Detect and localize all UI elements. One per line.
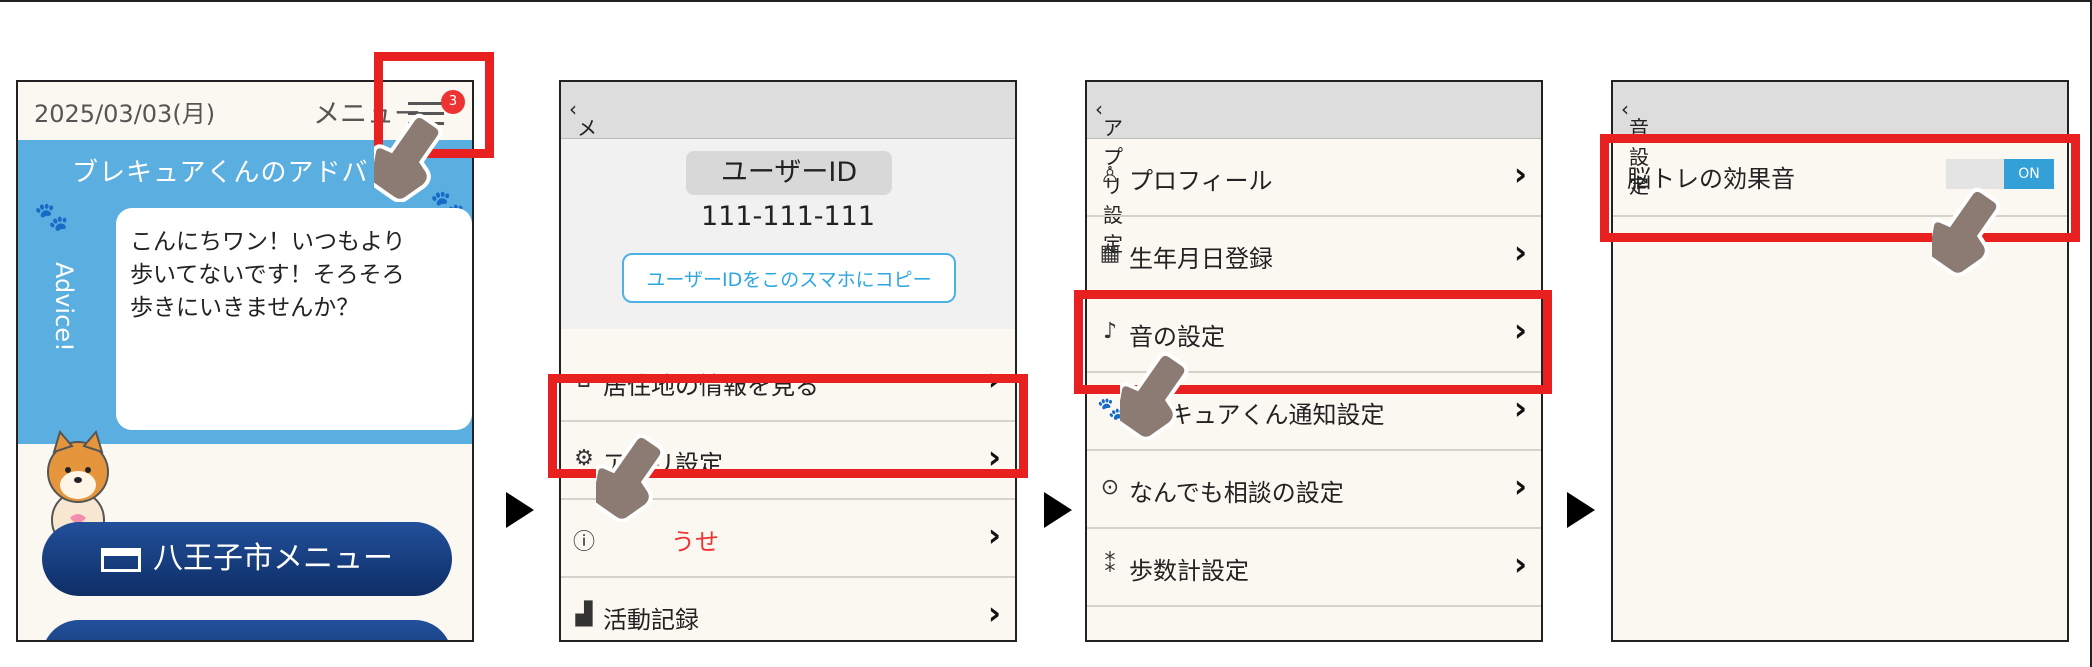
city-menu-button[interactable]: 八王子市メニュー bbox=[42, 522, 452, 596]
menu-screen: ‹ メニュー ユーザーID 111-111-111 ユーザーIDをこのスマホにコ… bbox=[559, 80, 1017, 642]
top-border bbox=[0, 0, 2092, 2]
advice-title: ブレキュアくんのアドバ bbox=[72, 158, 369, 188]
sound-settings-header: ‹ 音設定 bbox=[1613, 82, 2067, 198]
settings-item-label: 歩数計設定 bbox=[1129, 557, 1249, 585]
pointing-hand-icon bbox=[1120, 351, 1189, 440]
settings-item-birthday[interactable]: ▦ 生年月日登録 › bbox=[1087, 217, 1541, 295]
chevron-circle-icon: ⊙ bbox=[1100, 475, 1120, 500]
settings-item-label: なんでも相談の設定 bbox=[1129, 479, 1344, 507]
advice-message: こんにちワン！いつもより 歩いてないです！そろそろ 歩きにいきませんか？ bbox=[130, 229, 406, 321]
person-icon: ♙ bbox=[1100, 163, 1120, 188]
step-arrow-icon bbox=[506, 492, 534, 528]
date-label: 2025/03/03(月) bbox=[34, 100, 216, 128]
chevron-right-icon: › bbox=[1513, 545, 1527, 583]
info-icon: ⓘ bbox=[572, 530, 595, 555]
pointing-hand-icon bbox=[1932, 187, 2001, 276]
menu-header: ‹ メニュー bbox=[561, 82, 1015, 227]
back-button[interactable]: ‹ アプリ設定 bbox=[1095, 97, 1123, 256]
city-menu-label: 八王子市メニュー bbox=[153, 541, 393, 576]
pointing-hand-icon bbox=[596, 433, 665, 522]
user-id-value: 111-111-111 bbox=[700, 201, 876, 232]
settings-item-label: キュアくん通知設定 bbox=[1169, 401, 1385, 429]
user-id-label: ユーザーID bbox=[686, 151, 892, 195]
menu-item-activity[interactable]: ▟ 活動記録 › bbox=[561, 578, 1015, 640]
advice-side-label: Advice! bbox=[50, 262, 78, 352]
step-arrow-icon bbox=[1567, 492, 1595, 528]
settings-item-consultation[interactable]: ⊙ なんでも相談の設定 › bbox=[1087, 451, 1541, 529]
settings-item-pedometer[interactable]: ⁑ 歩数計設定 › bbox=[1087, 529, 1541, 607]
paw-icon: 🐾 bbox=[34, 200, 69, 233]
chevron-right-icon: › bbox=[1513, 467, 1527, 505]
pointing-hand-icon bbox=[374, 113, 443, 202]
calendar-icon: ▦ bbox=[1099, 241, 1121, 266]
highlight-sound-toggle bbox=[1600, 134, 2080, 242]
chevron-right-icon: › bbox=[987, 516, 1001, 554]
copy-user-id-button[interactable]: ユーザーIDをこのスマホにコピー bbox=[622, 253, 956, 303]
chart-icon: ▟ bbox=[575, 602, 593, 627]
menu-item-label: 活動記録 bbox=[603, 606, 699, 634]
secondary-menu-button[interactable] bbox=[42, 620, 452, 640]
advice-bubble: こんにちワン！いつもより 歩いてないです！そろそろ 歩きにいきませんか？ bbox=[116, 208, 472, 430]
app-settings-header: ‹ アプリ設定 bbox=[1087, 82, 1541, 256]
building-icon bbox=[101, 547, 141, 572]
chevron-right-icon: › bbox=[1513, 233, 1527, 271]
footprint-icon: ⁑ bbox=[1104, 553, 1116, 578]
back-button[interactable]: ‹ メニュー bbox=[569, 97, 597, 227]
chevron-right-icon: › bbox=[1513, 389, 1527, 427]
user-id-panel: ユーザーID 111-111-111 ユーザーIDをこのスマホにコピー bbox=[561, 139, 1015, 329]
settings-item-label: プロフィール bbox=[1129, 167, 1273, 195]
settings-item-profile[interactable]: ♙ プロフィール › bbox=[1087, 139, 1541, 217]
settings-item-partial[interactable] bbox=[1087, 607, 1541, 640]
chevron-right-icon: › bbox=[1513, 155, 1527, 193]
menu-item-label: うせ bbox=[671, 528, 719, 556]
back-button[interactable]: ‹ 音設定 bbox=[1621, 97, 1649, 198]
chevron-right-icon: › bbox=[987, 594, 1001, 632]
step-arrow-icon bbox=[1044, 492, 1072, 528]
settings-item-label: 生年月日登録 bbox=[1129, 245, 1273, 273]
